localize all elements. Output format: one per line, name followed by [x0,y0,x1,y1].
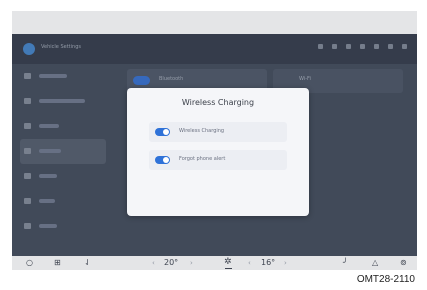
option-label: Forgot phone alert [179,156,226,162]
grid-icon[interactable]: ⊞ [54,258,61,268]
seat-heat-icon[interactable]: ⇃ [84,258,91,268]
driver-temp-increase[interactable]: › [190,258,193,268]
wireless-charging-dialog: Wireless Charging Wireless Charging Forg… [127,88,309,216]
option-label: Wireless Charging [179,128,225,134]
wireless-charging-option[interactable]: Wireless Charging [149,122,287,142]
wiper-icon[interactable]: ╯ [343,258,348,268]
toggle-knob [163,157,169,163]
wireless-charging-toggle[interactable] [155,128,170,136]
dialog-title: Wireless Charging [181,98,255,107]
settings-icon[interactable]: ⊚ [400,258,407,268]
passenger-temp-increase[interactable]: › [284,258,287,268]
driver-temp-decrease[interactable]: ‹ [152,258,155,268]
mirror-icon[interactable]: △ [372,258,378,268]
figure-code: OMT28-2110 [356,274,415,285]
toggle-knob [163,129,169,135]
home-icon[interactable]: ○ [26,258,33,268]
forgot-phone-alert-toggle[interactable] [155,156,170,164]
passenger-temp-decrease[interactable]: ‹ [248,258,251,268]
passenger-temp: 16° [261,258,276,267]
fan-icon[interactable]: ✲ [224,257,232,269]
driver-temp: 20° [164,258,179,267]
forgot-phone-alert-option[interactable]: Forgot phone alert [149,150,287,170]
infotainment-screen: Vehicle Settings Bluetooth Wi-Fi Wireles… [12,11,417,270]
climate-bar: ○ ⊞ ⇃ ‹ 20° › ✲ ‹ 16° › ╯ △ ⊚ [12,256,417,270]
